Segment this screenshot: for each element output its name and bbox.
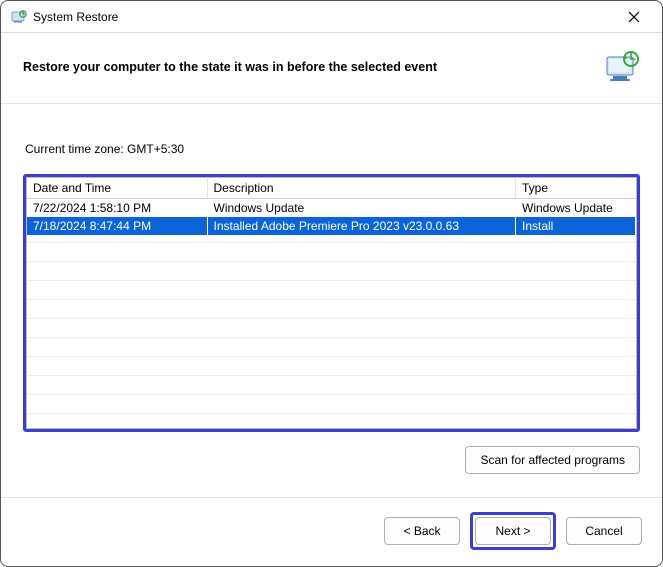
cancel-button[interactable]: Cancel (566, 517, 642, 545)
table-gridlines (27, 242, 636, 428)
header-strip: Restore your computer to the state it wa… (1, 33, 662, 104)
column-header-date[interactable]: Date and Time (27, 178, 207, 199)
scan-affected-programs-button[interactable]: Scan for affected programs (465, 446, 640, 474)
window-title: System Restore (33, 10, 614, 24)
next-button[interactable]: Next > (475, 517, 551, 545)
column-header-type[interactable]: Type (516, 178, 636, 199)
restore-points-highlight: Date and Time Description Type 7/22/2024… (23, 174, 640, 432)
system-restore-icon (11, 9, 27, 25)
cell-date: 7/22/2024 1:58:10 PM (27, 199, 207, 218)
page-heading: Restore your computer to the state it wa… (23, 60, 604, 74)
next-button-highlight: Next > (470, 512, 556, 550)
restore-computer-icon (604, 49, 640, 85)
wizard-footer: < Back Next > Cancel (1, 497, 662, 566)
table-row[interactable]: 7/22/2024 1:58:10 PMWindows UpdateWindow… (27, 199, 636, 218)
restore-points-table[interactable]: Date and Time Description Type 7/22/2024… (26, 177, 637, 429)
back-button[interactable]: < Back (384, 517, 460, 545)
content-area: Current time zone: GMT+5:30 Date and Tim… (1, 104, 662, 497)
cell-desc: Windows Update (207, 199, 516, 218)
column-header-description[interactable]: Description (207, 178, 516, 199)
cell-type: Windows Update (516, 199, 636, 218)
close-icon (628, 11, 640, 23)
titlebar: System Restore (1, 1, 662, 33)
cell-date: 7/18/2024 8:47:44 PM (27, 217, 207, 235)
cell-desc: Installed Adobe Premiere Pro 2023 v23.0.… (207, 217, 516, 235)
close-button[interactable] (614, 3, 654, 31)
cell-type: Install (516, 217, 636, 235)
table-row[interactable]: 7/18/2024 8:47:44 PMInstalled Adobe Prem… (27, 217, 636, 235)
timezone-label: Current time zone: GMT+5:30 (25, 142, 638, 156)
